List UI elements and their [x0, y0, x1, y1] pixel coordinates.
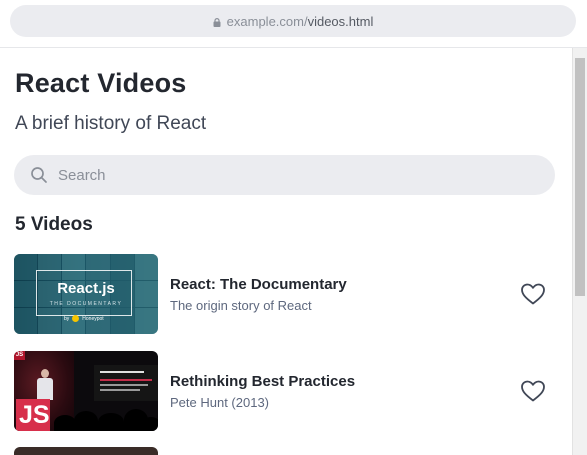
scrollbar-thumb[interactable]: [575, 58, 585, 296]
audience-silhouette: [74, 411, 98, 431]
video-description: The origin story of React: [170, 297, 312, 313]
video-title[interactable]: React: The Documentary: [170, 276, 519, 293]
video-info: React: The Documentary The origin story …: [170, 276, 519, 313]
thumbnail-js-logo: JS: [16, 399, 50, 431]
heart-icon[interactable]: [519, 377, 547, 405]
thumbnail-subtitle-text: THE DOCUMENTARY: [49, 301, 123, 307]
browser-chrome: example.com/videos.html: [0, 0, 587, 48]
thumbnail-logo-text: React.js: [57, 280, 115, 297]
search-bar[interactable]: [14, 155, 555, 195]
video-title[interactable]: Rethinking Best Practices: [170, 373, 519, 390]
speaker-body: [37, 378, 53, 400]
page-title: React Videos: [15, 68, 187, 98]
thumbnail-brand: by Honeypot: [64, 315, 104, 322]
speaker-head: [41, 369, 49, 378]
heart-icon[interactable]: [519, 280, 547, 308]
search-icon: [31, 167, 47, 183]
audience-silhouette: [98, 413, 124, 431]
lock-icon: [213, 17, 221, 27]
thumbnail-by-text: by: [64, 315, 70, 322]
honeypot-logo-icon: [72, 315, 80, 322]
video-thumbnail-partial[interactable]: [14, 447, 158, 455]
scrollbar[interactable]: [572, 48, 587, 455]
video-item[interactable]: React.js THE DOCUMENTARY by Honeypot Reac…: [14, 253, 555, 335]
address-bar[interactable]: example.com/videos.html: [10, 5, 576, 37]
video-info: Rethinking Best Practices Pete Hunt (201…: [170, 373, 519, 410]
thumbnail-brand-text: Honeypot: [82, 315, 104, 322]
page-viewport: React Videos A brief history of React 5 …: [0, 48, 572, 455]
video-thumbnail[interactable]: React.js THE DOCUMENTARY by Honeypot: [14, 254, 158, 334]
search-input[interactable]: [58, 166, 538, 184]
presentation-screen: [94, 365, 158, 401]
video-item[interactable]: JS JS Rethinking Best Practices Pete Hun…: [14, 350, 555, 432]
thumbnail-badge: JS: [14, 351, 25, 360]
audience-silhouette: [54, 415, 76, 431]
videos-count: 5 Videos: [15, 214, 93, 235]
video-thumbnail[interactable]: JS JS: [14, 351, 158, 431]
url-host: example.com/: [226, 13, 308, 29]
audience-silhouette: [142, 417, 158, 431]
page-subtitle: A brief history of React: [15, 113, 207, 134]
video-description: Pete Hunt (2013): [170, 394, 270, 410]
url-path: videos.html: [307, 13, 374, 29]
